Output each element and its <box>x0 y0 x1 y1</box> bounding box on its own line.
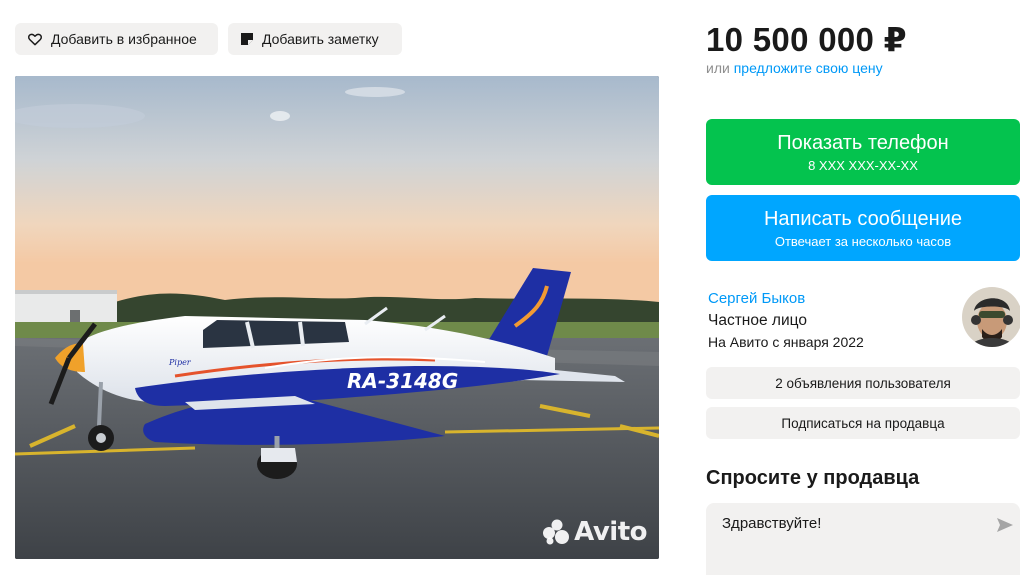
offer-price-link[interactable]: предложите свою цену <box>734 60 883 76</box>
avito-watermark: Avito <box>542 517 647 547</box>
add-to-favorites-label: Добавить в избранное <box>51 31 197 47</box>
seller-ads-button[interactable]: 2 объявления пользователя <box>706 367 1020 399</box>
show-phone-button[interactable]: Показать телефон 8 XXX XXX-XX-XX <box>706 119 1020 185</box>
offer-line: или предложите свою цену <box>706 60 883 76</box>
ask-message-input[interactable] <box>722 515 972 532</box>
ask-seller-title: Спросите у продавца <box>706 467 920 489</box>
brand-script: Piper <box>168 358 192 367</box>
registration-mark: RA-3148G <box>347 369 458 393</box>
add-note-label: Добавить заметку <box>262 31 379 47</box>
seller-type: Частное лицо <box>708 312 807 329</box>
seller-name-link[interactable]: Сергей Быков <box>708 290 805 307</box>
offer-prefix: или <box>706 60 730 76</box>
add-to-favorites-button[interactable]: Добавить в избранное <box>15 23 218 55</box>
avatar-image <box>962 287 1020 347</box>
avito-logo-icon <box>543 519 570 545</box>
phone-masked: 8 XXX XXX-XX-XX <box>808 157 918 173</box>
add-note-button[interactable]: Добавить заметку <box>228 23 402 55</box>
seller-avatar[interactable] <box>962 287 1020 347</box>
write-message-button[interactable]: Написать сообщение Отвечает за несколько… <box>706 195 1020 261</box>
write-message-label: Написать сообщение <box>763 207 962 230</box>
listing-photo[interactable]: RA-3148G Piper Avito <box>15 76 659 559</box>
send-icon[interactable] <box>996 516 1014 534</box>
heart-icon <box>28 33 42 46</box>
ask-seller-box <box>706 503 1020 575</box>
avito-watermark-text: Avito <box>574 517 647 547</box>
show-phone-label: Показать телефон <box>777 131 949 154</box>
note-icon <box>241 33 253 45</box>
seller-since: На Авито с января 2022 <box>708 334 864 350</box>
subscribe-seller-button[interactable]: Подписаться на продавца <box>706 407 1020 439</box>
response-time: Отвечает за несколько часов <box>774 233 952 249</box>
price: 10 500 000 ₽ <box>706 21 907 58</box>
airplane-photo: RA-3148G Piper <box>15 76 659 559</box>
